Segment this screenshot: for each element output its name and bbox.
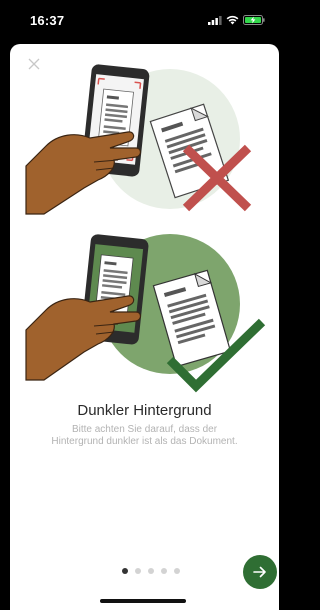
- battery-charging-icon: [243, 15, 265, 25]
- status-icons: [208, 15, 265, 25]
- correct-example: [25, 234, 266, 393]
- onboarding-card: Dunkler Hintergrund Bitte achten Sie dar…: [10, 44, 279, 610]
- page-dot-1[interactable]: [122, 568, 128, 574]
- cellular-signal-icon: [208, 15, 222, 25]
- arrow-right-icon: [253, 566, 266, 578]
- page-dot-4[interactable]: [161, 568, 167, 574]
- status-bar: 16:37: [0, 0, 283, 40]
- illustration: [25, 64, 266, 393]
- page-indicator: [122, 568, 180, 574]
- status-time: 16:37: [30, 12, 65, 28]
- page-dot-5[interactable]: [174, 568, 180, 574]
- wifi-icon: [226, 15, 239, 25]
- page-description: Bitte achten Sie darauf, dass der Hinter…: [51, 424, 238, 447]
- incorrect-example: [25, 64, 252, 215]
- next-button[interactable]: [243, 555, 277, 589]
- page-dot-3[interactable]: [148, 568, 154, 574]
- home-indicator: [100, 599, 186, 603]
- page-title: Dunkler Hintergrund: [77, 402, 212, 419]
- page-dot-2[interactable]: [135, 568, 141, 574]
